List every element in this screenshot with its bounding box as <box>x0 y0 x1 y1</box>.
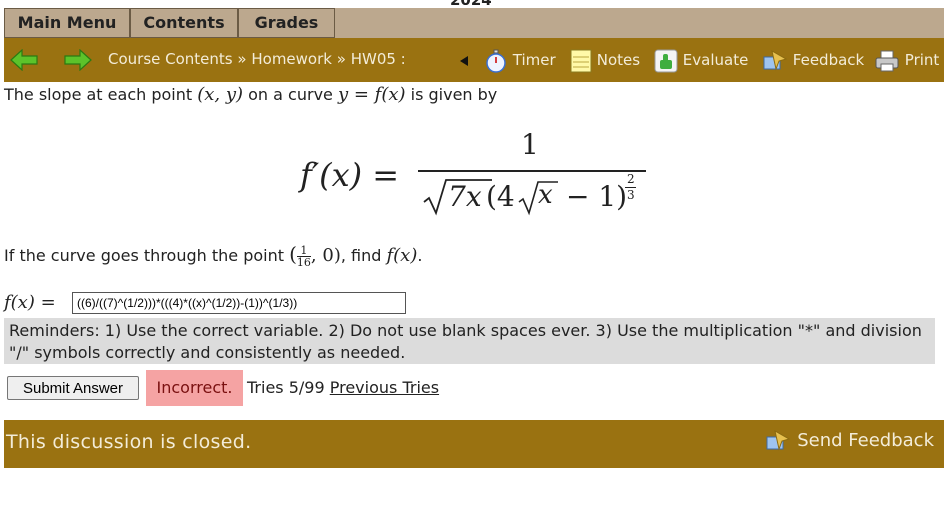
question-text: . <box>417 246 423 265</box>
discussion-bar: This discussion is closed. Send Feedback <box>4 420 944 468</box>
feedback-label: Feedback <box>792 51 865 69</box>
answer-input[interactable] <box>72 292 406 314</box>
tab-bar: Main Menu Contents Grades <box>4 8 944 38</box>
intro-text: on a curve <box>248 85 333 104</box>
timer-label: Timer <box>512 51 556 69</box>
math-fraction-1-16: 1 16 <box>296 245 311 269</box>
tries-count: Tries 5/99 <box>247 378 325 397</box>
breadcrumb-course-contents[interactable]: Course Contents <box>108 50 233 68</box>
math-point-xy: (x, y) <box>197 84 244 105</box>
thumbs-up-icon <box>654 49 678 72</box>
incorrect-badge: Incorrect. <box>146 370 243 406</box>
den-inner-radicand: x <box>538 180 553 210</box>
printer-icon <box>874 50 900 71</box>
notepad-icon <box>570 49 592 72</box>
breadcrumb: Course Contents » Homework » HW05 : <box>108 50 406 68</box>
notes-label: Notes <box>596 51 641 69</box>
send-feedback-label: Send Feedback <box>797 430 934 451</box>
left-triangle-icon[interactable] <box>459 48 469 72</box>
problem-intro: The slope at each point (x, y) on a curv… <box>4 84 497 105</box>
breadcrumb-homework[interactable]: Homework <box>251 50 332 68</box>
discussion-closed-text: This discussion is closed. <box>6 431 252 453</box>
feedback-icon <box>765 430 791 451</box>
previous-tries-link[interactable]: Previous Tries <box>330 378 439 397</box>
intro-text: The slope at each point <box>4 85 193 104</box>
den-radicand: 7x <box>448 180 482 213</box>
exp-numerator: 2 <box>627 172 635 186</box>
timer-tool[interactable]: Timer <box>484 48 556 73</box>
send-feedback-button[interactable]: Send Feedback <box>765 429 934 453</box>
feedback-tool[interactable]: Feedback <box>762 48 864 72</box>
math-paren: ( <box>289 242 297 266</box>
top-strip: 2024 <box>0 0 952 9</box>
evaluate-tool[interactable]: Evaluate <box>654 48 748 72</box>
derivative-formula: f′(x) = 1 7x (4 x − 1) 2 3 <box>300 128 660 220</box>
problem-question: If the curve goes through the point (1 16… <box>4 242 422 268</box>
stopwatch-icon <box>484 49 508 73</box>
question-text: If the curve goes through the point <box>4 246 285 265</box>
math-curve-equation: y = f(x) <box>337 84 406 105</box>
math-point-rest: , 0) <box>310 245 341 266</box>
tab-grades[interactable]: Grades <box>238 8 335 38</box>
forward-arrow-icon[interactable] <box>64 48 92 72</box>
den-paren-close: − 1) <box>566 180 628 213</box>
tries-status: Tries 5/99 Previous Tries <box>247 378 439 397</box>
print-label: Print <box>904 51 940 69</box>
fraction-bar <box>418 170 646 172</box>
exp-denominator: 3 <box>627 188 635 202</box>
intro-text: is given by <box>410 85 498 104</box>
evaluate-label: Evaluate <box>682 51 749 69</box>
reminders-box: Reminders: 1) Use the correct variable. … <box>4 318 935 364</box>
fraction-denominator: 16 <box>296 256 311 269</box>
breadcrumb-hw05[interactable]: HW05 : <box>351 50 406 68</box>
breadcrumb-separator: » <box>237 50 247 68</box>
submit-answer-button[interactable]: Submit Answer <box>7 376 139 400</box>
answer-row: f(x) = <box>4 292 504 316</box>
formula-lhs: f′(x) = <box>300 156 400 194</box>
question-text: , find <box>340 246 382 265</box>
print-tool[interactable]: Print <box>874 48 939 72</box>
formula-numerator: 1 <box>521 128 539 161</box>
notes-tool[interactable]: Notes <box>570 48 640 72</box>
back-arrow-icon[interactable] <box>10 48 38 72</box>
math-fx: f(x) <box>386 245 418 266</box>
nav-bar: Course Contents » Homework » HW05 : Time… <box>4 38 944 82</box>
feedback-icon <box>762 49 788 71</box>
answer-label: f(x) = <box>4 292 56 313</box>
tab-main-menu[interactable]: Main Menu <box>4 8 130 38</box>
breadcrumb-separator: » <box>336 50 346 68</box>
tab-contents[interactable]: Contents <box>130 8 238 38</box>
den-paren-open: (4 <box>486 180 515 213</box>
